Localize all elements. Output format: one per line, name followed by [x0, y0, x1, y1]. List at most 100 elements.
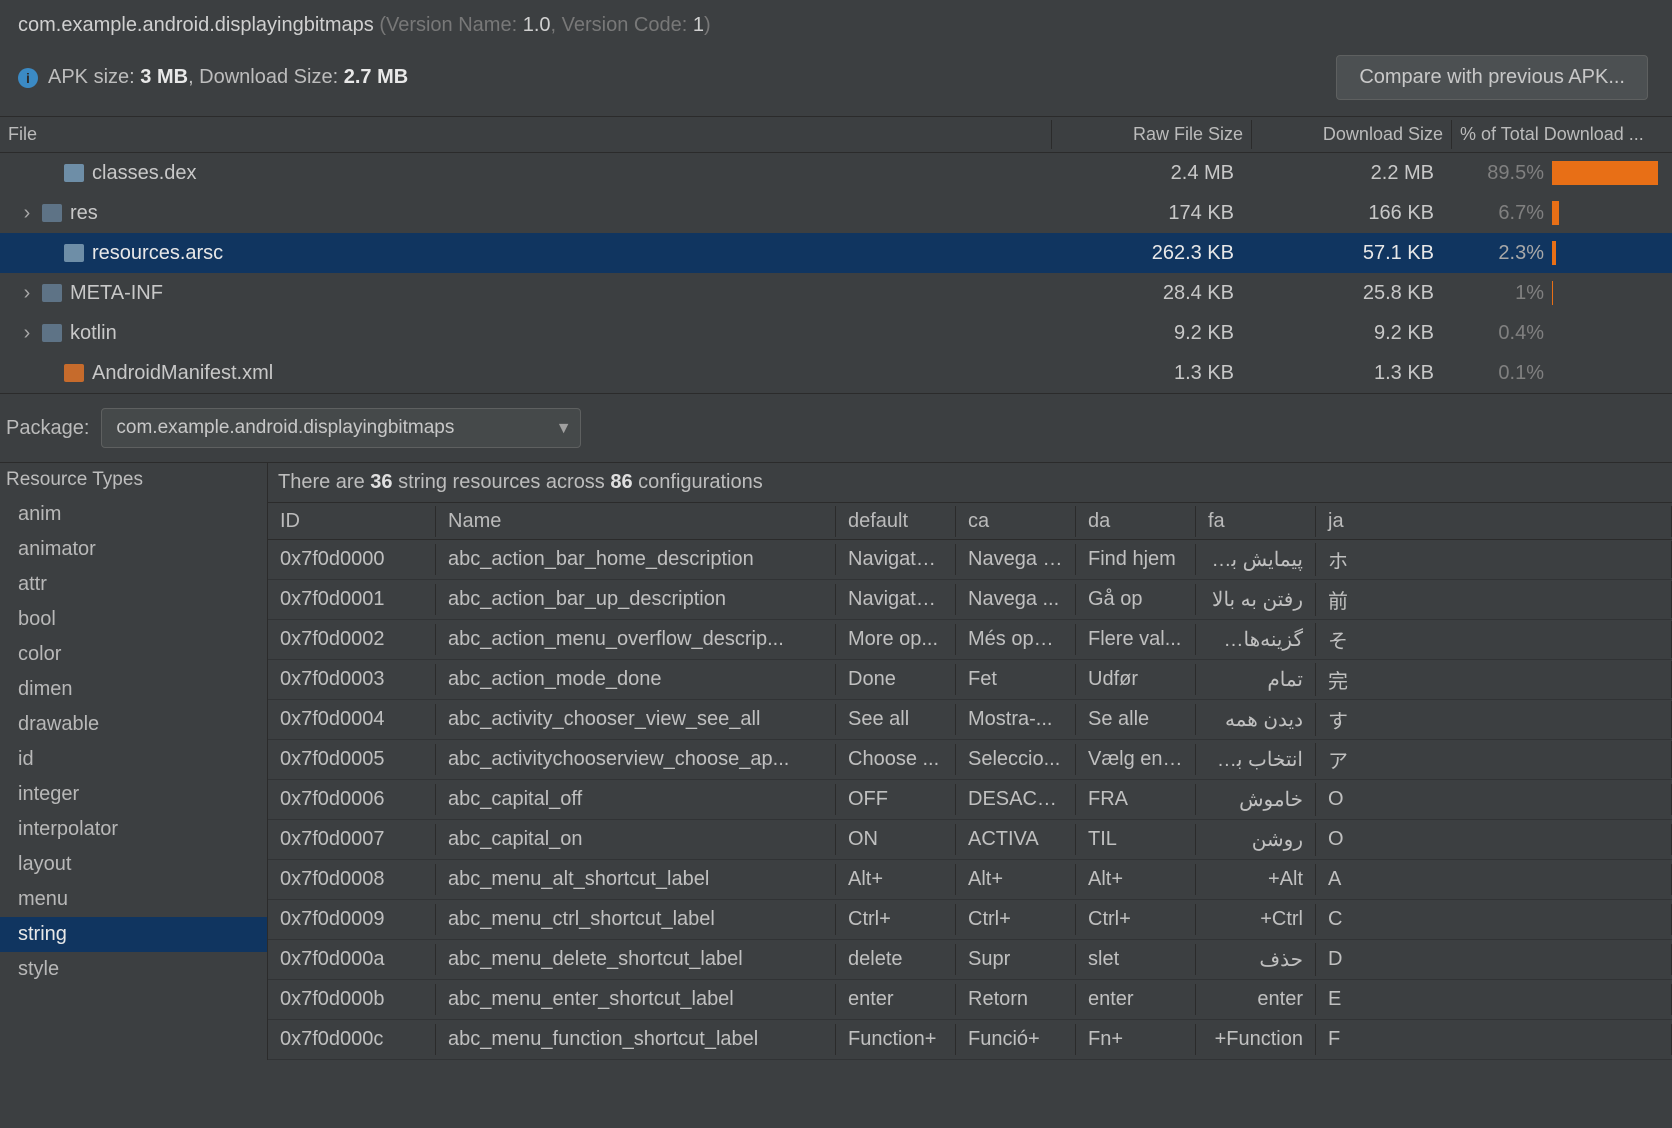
resource-type-item[interactable]: dimen: [0, 672, 267, 707]
string-id: 0x7f0d0004: [268, 704, 436, 735]
string-row[interactable]: 0x7f0d0008abc_menu_alt_shortcut_labelAlt…: [268, 860, 1672, 900]
string-default: More op...: [836, 624, 956, 655]
string-default: ON: [836, 824, 956, 855]
string-da: Flere val...: [1076, 624, 1196, 655]
col-ja[interactable]: ja: [1316, 506, 1672, 537]
dex-icon: [64, 164, 84, 182]
string-ja: 前: [1316, 581, 1672, 618]
string-row[interactable]: 0x7f0d0004abc_activity_chooser_view_see_…: [268, 700, 1672, 740]
col-file[interactable]: File: [0, 120, 1052, 149]
col-default[interactable]: default: [836, 506, 956, 537]
string-fa: حذف: [1196, 943, 1316, 976]
string-fa: تمام: [1196, 663, 1316, 696]
col-id[interactable]: ID: [268, 506, 436, 537]
resource-type-item[interactable]: attr: [0, 567, 267, 602]
col-raw-size[interactable]: Raw File Size: [1052, 120, 1252, 149]
string-ja: O: [1316, 824, 1672, 855]
string-ja: E: [1316, 984, 1672, 1015]
file-row[interactable]: ›META-INF28.4 KB25.8 KB1%: [0, 273, 1672, 313]
string-da: Alt+: [1076, 864, 1196, 895]
download-size: 57.1 KB: [1252, 242, 1452, 265]
col-download-size[interactable]: Download Size: [1252, 120, 1452, 149]
string-row[interactable]: 0x7f0d0006abc_capital_offOFFDESACTI...FR…: [268, 780, 1672, 820]
string-row[interactable]: 0x7f0d0002abc_action_menu_overflow_descr…: [268, 620, 1672, 660]
pct-bar: [1552, 233, 1672, 273]
string-row[interactable]: 0x7f0d0009abc_menu_ctrl_shortcut_labelCt…: [268, 900, 1672, 940]
string-ca: Navega ...: [956, 584, 1076, 615]
string-da: Udfør: [1076, 664, 1196, 695]
chevron-right-icon[interactable]: ›: [20, 282, 34, 305]
chevron-right-icon[interactable]: ›: [20, 202, 34, 225]
resource-type-item[interactable]: bool: [0, 602, 267, 637]
resource-type-item[interactable]: menu: [0, 882, 267, 917]
string-da: enter: [1076, 984, 1196, 1015]
info-icon: i: [18, 68, 38, 88]
string-ja: す: [1316, 701, 1672, 738]
string-fa: روشن: [1196, 823, 1316, 856]
resource-type-item[interactable]: integer: [0, 777, 267, 812]
string-name: abc_action_bar_up_description: [436, 584, 836, 615]
resource-type-item[interactable]: anim: [0, 497, 267, 532]
string-row[interactable]: 0x7f0d0001abc_action_bar_up_descriptionN…: [268, 580, 1672, 620]
pct-value: 6.7%: [1452, 202, 1552, 225]
col-ca[interactable]: ca: [956, 506, 1076, 537]
resource-type-item[interactable]: color: [0, 637, 267, 672]
pct-value: 89.5%: [1452, 162, 1552, 185]
string-default: Alt+: [836, 864, 956, 895]
string-row[interactable]: 0x7f0d0003abc_action_mode_doneDoneFetUdf…: [268, 660, 1672, 700]
string-id: 0x7f0d0008: [268, 864, 436, 895]
string-row[interactable]: 0x7f0d0000abc_action_bar_home_descriptio…: [268, 540, 1672, 580]
resource-type-item[interactable]: string: [0, 917, 267, 952]
file-table: File Raw File Size Download Size % of To…: [0, 116, 1672, 394]
chevron-right-icon[interactable]: ›: [20, 322, 34, 345]
resource-type-item[interactable]: interpolator: [0, 812, 267, 847]
folder-icon: [42, 204, 62, 222]
file-name: res: [70, 202, 98, 225]
string-row[interactable]: 0x7f0d0005abc_activitychooserview_choose…: [268, 740, 1672, 780]
resource-type-item[interactable]: layout: [0, 847, 267, 882]
string-row[interactable]: 0x7f0d000aabc_menu_delete_shortcut_label…: [268, 940, 1672, 980]
col-fa[interactable]: fa: [1196, 506, 1316, 537]
col-pct[interactable]: % of Total Download ...: [1452, 120, 1672, 149]
string-ca: Ctrl+: [956, 904, 1076, 935]
string-name: abc_menu_alt_shortcut_label: [436, 864, 836, 895]
resource-type-item[interactable]: id: [0, 742, 267, 777]
resource-type-item[interactable]: style: [0, 952, 267, 987]
string-default: delete: [836, 944, 956, 975]
compare-apk-button[interactable]: Compare with previous APK...: [1336, 55, 1648, 100]
string-row[interactable]: 0x7f0d0007abc_capital_onONACTIVATILروشنO: [268, 820, 1672, 860]
string-da: Find hjem: [1076, 544, 1196, 575]
raw-size: 262.3 KB: [1052, 242, 1252, 265]
file-row[interactable]: ›kotlin9.2 KB9.2 KB0.4%: [0, 313, 1672, 353]
string-ca: Més opci...: [956, 624, 1076, 655]
col-name[interactable]: Name: [436, 506, 836, 537]
string-default: enter: [836, 984, 956, 1015]
string-ca: Seleccio...: [956, 744, 1076, 775]
string-row[interactable]: 0x7f0d000babc_menu_enter_shortcut_labele…: [268, 980, 1672, 1020]
file-row[interactable]: resources.arsc262.3 KB57.1 KB2.3%: [0, 233, 1672, 273]
raw-size: 1.3 KB: [1052, 362, 1252, 385]
file-row[interactable]: ›res174 KB166 KB6.7%: [0, 193, 1672, 233]
file-name: classes.dex: [92, 162, 197, 185]
raw-size: 174 KB: [1052, 202, 1252, 225]
string-ja: ホ: [1316, 541, 1672, 578]
string-ja: O: [1316, 784, 1672, 815]
package-select[interactable]: com.example.android.displayingbitmaps: [101, 408, 581, 448]
string-name: abc_action_mode_done: [436, 664, 836, 695]
file-row[interactable]: classes.dex2.4 MB2.2 MB89.5%: [0, 153, 1672, 193]
raw-size: 9.2 KB: [1052, 322, 1252, 345]
pct-value: 0.1%: [1452, 362, 1552, 385]
resource-type-item[interactable]: drawable: [0, 707, 267, 742]
pct-value: 0.4%: [1452, 322, 1552, 345]
string-id: 0x7f0d0007: [268, 824, 436, 855]
col-da[interactable]: da: [1076, 506, 1196, 537]
resource-type-item[interactable]: animator: [0, 532, 267, 567]
string-row[interactable]: 0x7f0d000cabc_menu_function_shortcut_lab…: [268, 1020, 1672, 1060]
folder-icon: [42, 284, 62, 302]
string-ca: Retorn: [956, 984, 1076, 1015]
download-size: 25.8 KB: [1252, 282, 1452, 305]
string-name: abc_action_menu_overflow_descrip...: [436, 624, 836, 655]
file-row[interactable]: AndroidManifest.xml1.3 KB1.3 KB0.1%: [0, 353, 1672, 393]
string-id: 0x7f0d0009: [268, 904, 436, 935]
string-fa: رفتن به بالا: [1196, 583, 1316, 616]
